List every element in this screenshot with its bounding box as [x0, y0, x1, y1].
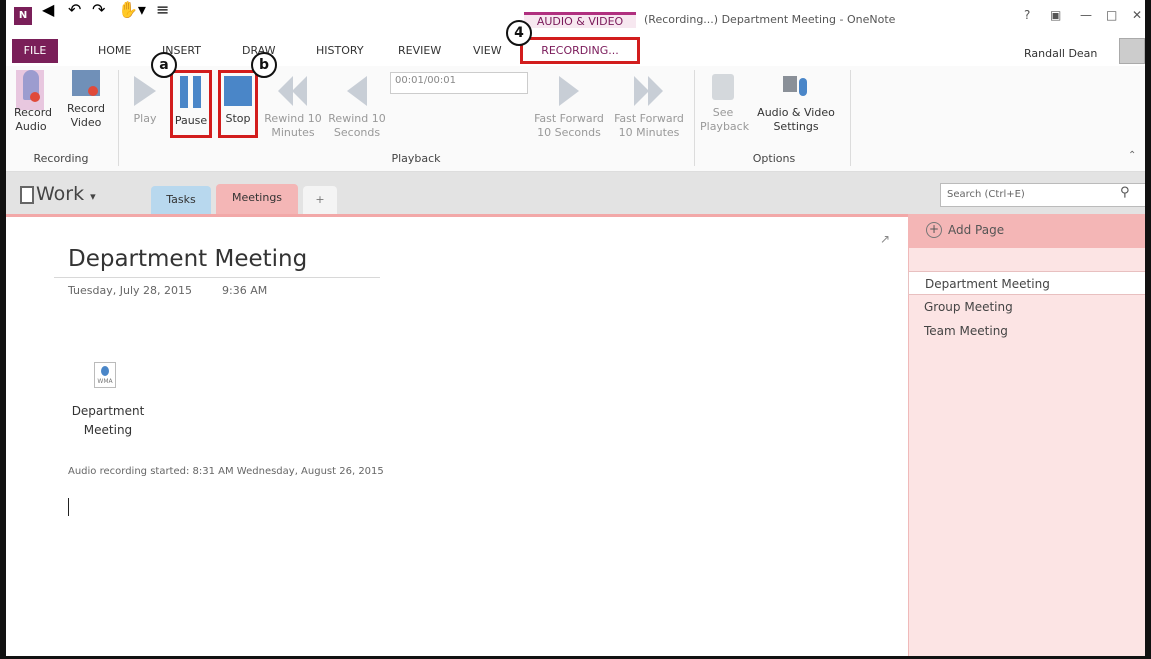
page-title[interactable]: Department Meeting — [68, 246, 307, 272]
page-item-group-meeting[interactable]: Group Meeting — [908, 295, 1145, 319]
fast-forward-10-minutes-label: Fast Forward 10 Minutes — [614, 112, 684, 139]
rewind-10-minutes-label: Rewind 10 Minutes — [264, 112, 322, 139]
notebook-icon — [20, 186, 34, 204]
tab-home[interactable]: HOME — [98, 44, 131, 57]
divider — [850, 70, 851, 166]
group-label-recording: Recording — [33, 152, 89, 165]
title-underline — [54, 277, 380, 278]
avatar[interactable] — [1119, 38, 1145, 64]
tab-file[interactable]: FILE — [12, 39, 58, 63]
record-audio-label: Record Audio — [14, 106, 53, 133]
ribbon-display-icon[interactable]: ▣ — [1050, 8, 1061, 22]
play-icon — [134, 76, 156, 106]
chevron-down-icon: ▾ — [90, 190, 96, 203]
add-section-tab[interactable]: + — [303, 186, 337, 214]
maximize-icon[interactable]: □ — [1106, 8, 1117, 22]
page-item-team-meeting[interactable]: Team Meeting — [908, 319, 1145, 343]
divider — [118, 70, 119, 166]
rewind-10-seconds-label: Rewind 10 Seconds — [328, 112, 386, 139]
touch-mode-icon[interactable]: ✋▾ — [118, 0, 146, 19]
fast-forward-10-seconds-label: Fast Forward 10 Seconds — [534, 112, 604, 139]
customize-qa-icon[interactable]: ≡ — [156, 0, 169, 19]
onenote-logo-icon: N — [14, 7, 32, 25]
user-name[interactable]: Randall Dean — [1024, 47, 1097, 60]
text-cursor — [68, 498, 69, 516]
group-label-playback: Playback — [391, 152, 441, 165]
forward-icon — [559, 76, 579, 106]
back-icon[interactable]: ◀ — [42, 0, 54, 19]
tab-view[interactable]: VIEW — [473, 44, 502, 57]
search-input[interactable]: Search (Ctrl+E) — [940, 183, 1145, 207]
callout-4: 4 — [506, 20, 532, 46]
close-icon[interactable]: ✕ — [1132, 8, 1142, 22]
speaker-icon — [712, 74, 734, 100]
rewind-10-minutes-button[interactable]: Rewind 10 Minutes — [262, 70, 324, 140]
page-time: 9:36 AM — [222, 284, 268, 297]
divider — [694, 70, 695, 166]
record-video-label: Record Video — [66, 102, 105, 129]
video-camera-icon — [72, 70, 100, 96]
tab-recording[interactable]: RECORDING... — [520, 37, 640, 64]
minimize-icon[interactable]: — — [1080, 8, 1092, 22]
see-playback-label: See Playback — [700, 106, 750, 133]
tab-history[interactable]: HISTORY — [316, 44, 364, 57]
plus-icon[interactable]: + — [926, 222, 942, 238]
pause-icon — [178, 76, 204, 108]
audio-video-settings-button[interactable]: Audio & Video Settings — [746, 70, 846, 134]
audio-file-icon[interactable]: WMA — [94, 362, 116, 388]
pause-label: Pause — [174, 114, 208, 127]
record-video-button[interactable]: Record Video — [66, 70, 106, 130]
fast-forward-10-minutes-button[interactable]: Fast Forward 10 Minutes — [610, 70, 688, 140]
add-page-bar[interactable] — [908, 214, 1145, 248]
fast-forward-10-seconds-button[interactable]: Fast Forward 10 Seconds — [530, 70, 608, 140]
undo-icon[interactable]: ↶ — [68, 0, 81, 19]
stop-icon — [224, 76, 252, 106]
notebook-name[interactable]: Work ▾ — [36, 183, 96, 205]
playback-time: 00:01/00:01 — [390, 72, 528, 94]
search-icon[interactable]: ⚲ — [1120, 185, 1130, 200]
play-label: Play — [133, 112, 157, 125]
stop-button[interactable]: Stop — [221, 70, 255, 126]
rewind-icon — [347, 76, 367, 106]
audio-video-settings-label: Audio & Video Settings — [757, 106, 835, 133]
expand-icon[interactable]: ↗ — [880, 232, 890, 246]
section-tab-meetings[interactable]: Meetings — [216, 184, 298, 216]
see-playback-button[interactable]: See Playback — [700, 70, 750, 134]
record-audio-button[interactable]: Record Audio — [14, 70, 53, 134]
rewind-10-seconds-button[interactable]: Rewind 10 Seconds — [326, 70, 388, 140]
play-button[interactable]: Play — [128, 70, 162, 126]
recording-note[interactable]: Audio recording started: 8:31 AM Wednesd… — [68, 466, 384, 477]
page-date: Tuesday, July 28, 2015 — [68, 284, 193, 297]
pause-button[interactable]: Pause — [173, 70, 209, 128]
redo-icon[interactable]: ↷ — [92, 0, 105, 19]
group-label-options: Options — [752, 152, 796, 165]
stop-label: Stop — [225, 112, 251, 125]
context-tab-group: AUDIO & VIDEO — [524, 12, 636, 28]
callout-a: a — [151, 52, 177, 78]
help-icon[interactable]: ? — [1024, 8, 1030, 22]
speaker-mic-icon — [783, 72, 809, 100]
collapse-ribbon-icon[interactable]: ⌃ — [1128, 150, 1136, 161]
file-type-label: WMA — [97, 378, 113, 385]
rewind-fast-icon — [278, 76, 308, 106]
microphone-icon — [23, 70, 40, 102]
notebook-name-label: Work — [36, 183, 85, 205]
add-page-button[interactable]: Add Page — [948, 223, 1004, 237]
audio-file-label[interactable]: Department Meeting — [68, 402, 148, 440]
page-item-department-meeting[interactable]: Department Meeting — [908, 271, 1145, 295]
section-tab-tasks[interactable]: Tasks — [151, 186, 211, 214]
window-title: (Recording...) Department Meeting - OneN… — [644, 13, 896, 26]
tab-review[interactable]: REVIEW — [398, 44, 441, 57]
forward-fast-icon — [634, 76, 664, 106]
